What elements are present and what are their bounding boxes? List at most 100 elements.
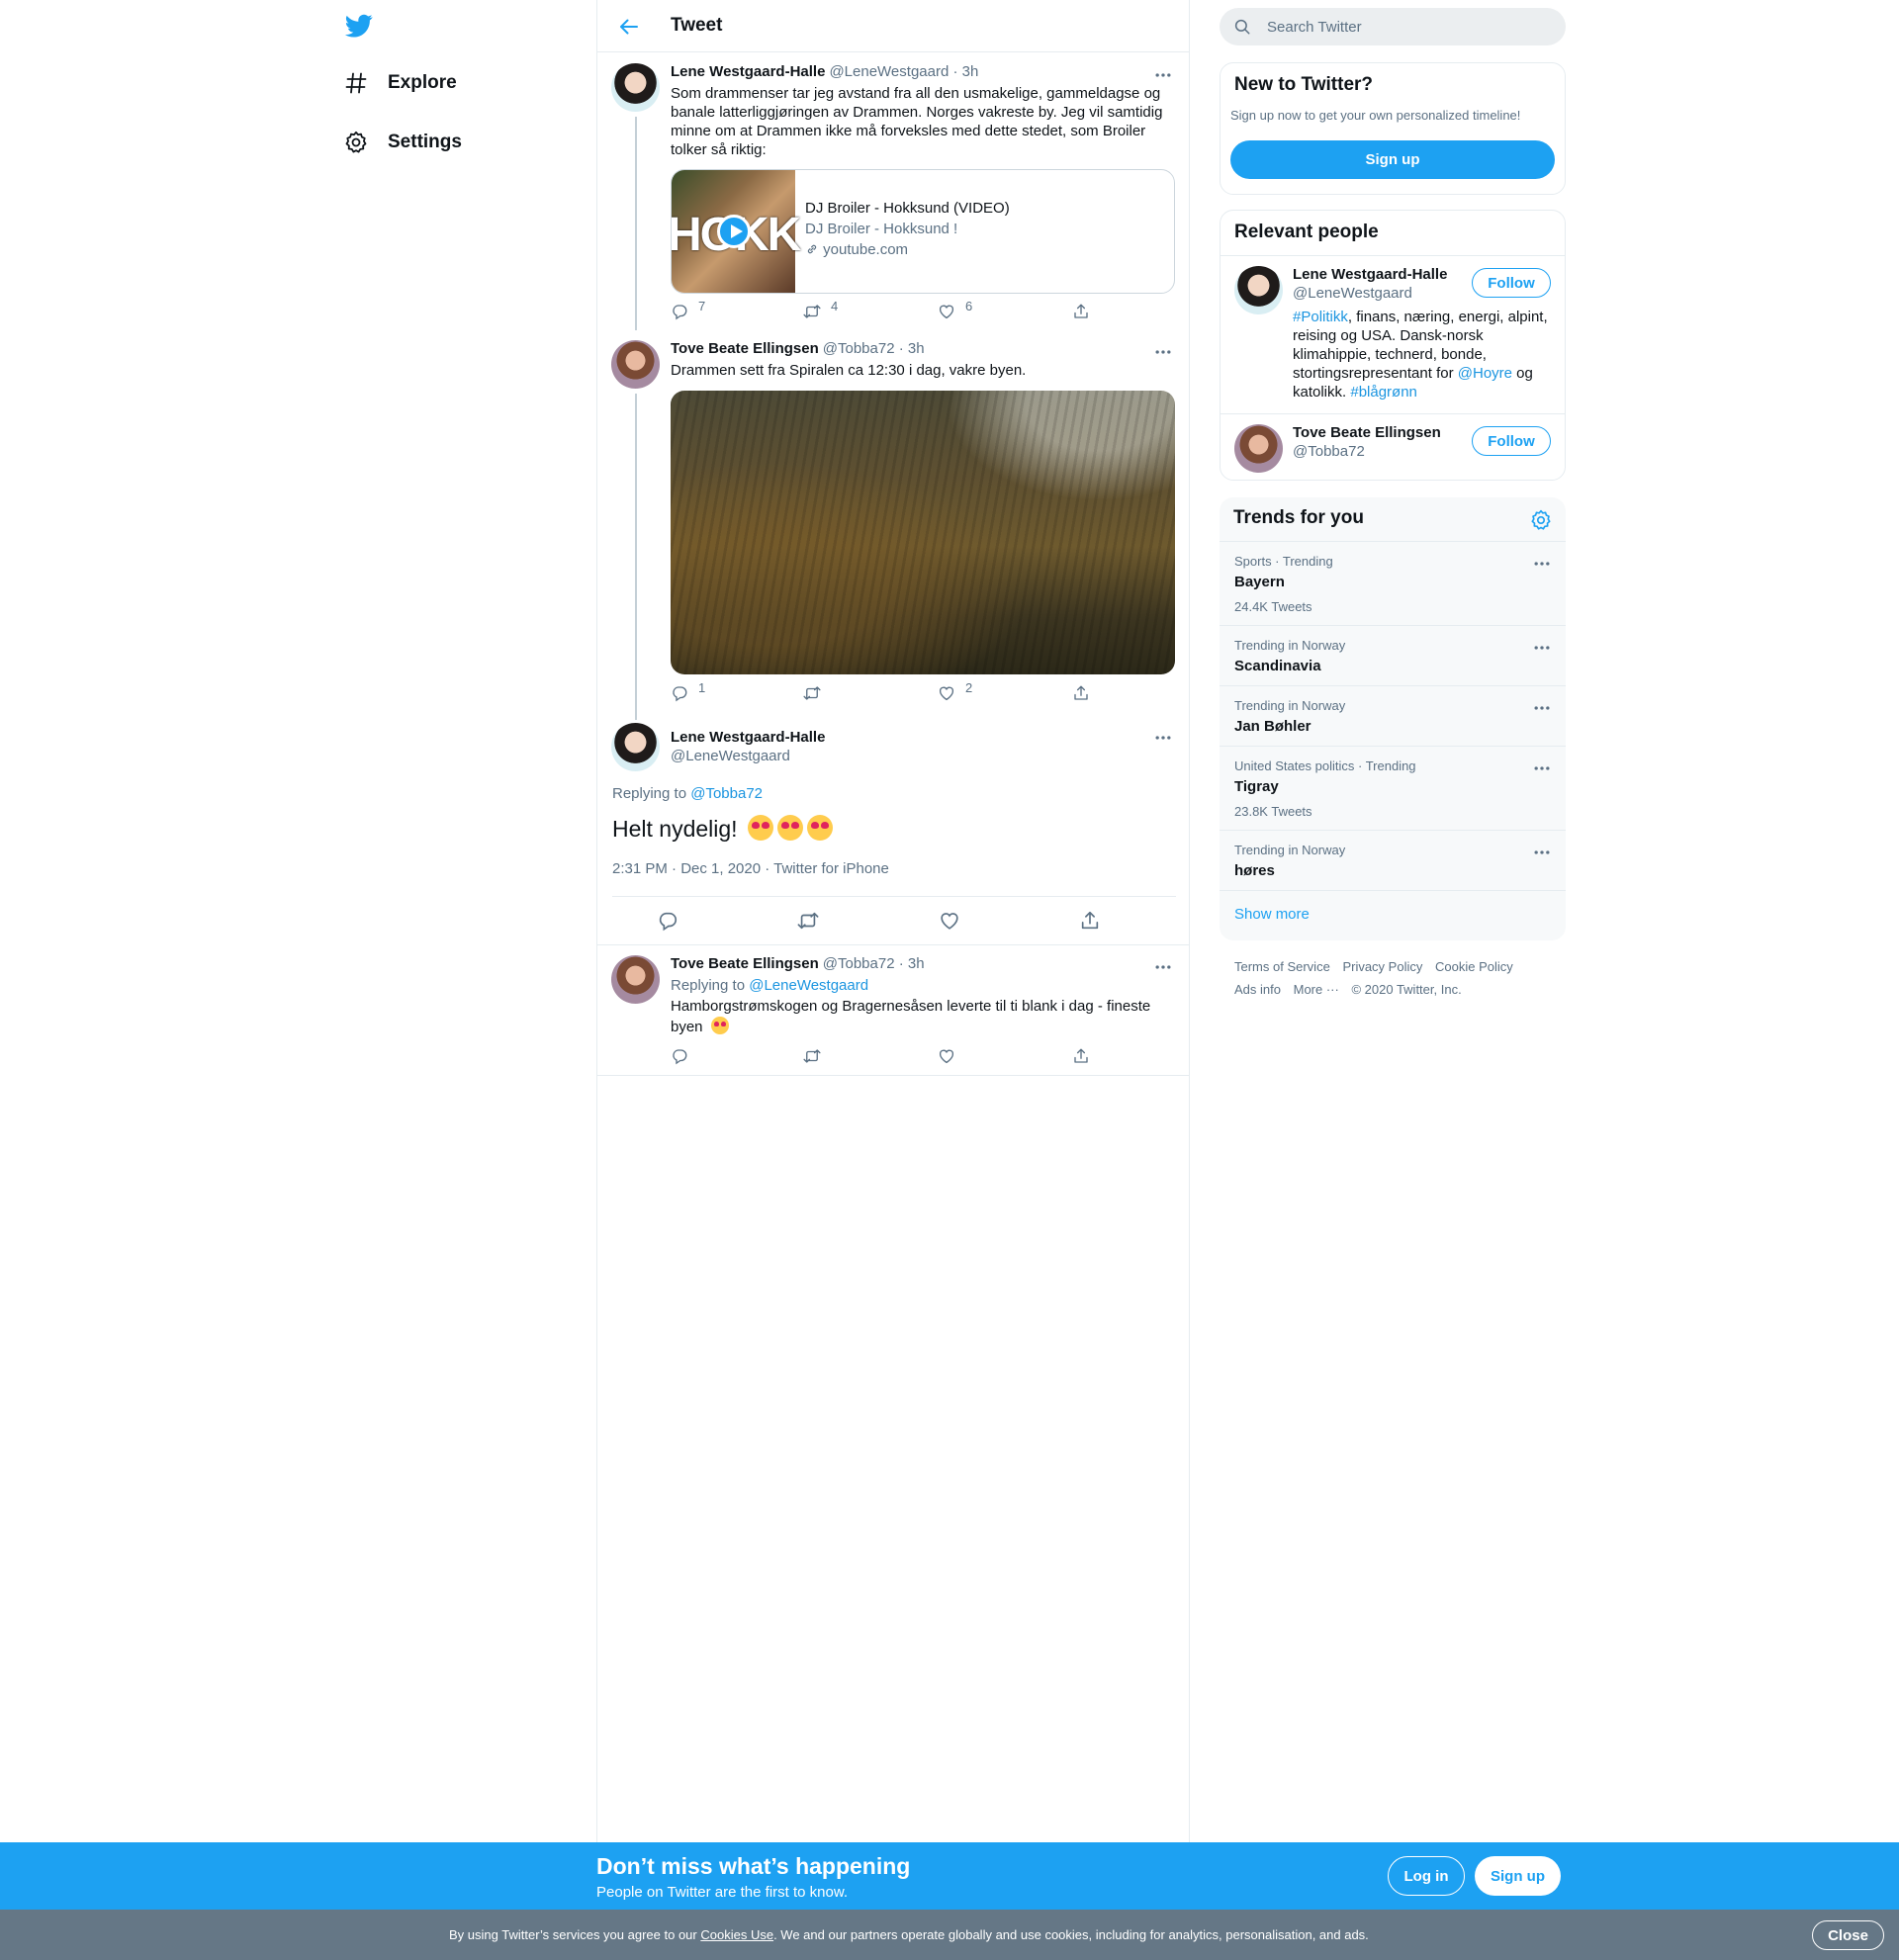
- sign-up-button[interactable]: Sign up: [1230, 140, 1555, 179]
- retweet-button[interactable]: [797, 910, 829, 932]
- reply-button[interactable]: 1: [671, 680, 705, 702]
- back-arrow-icon[interactable]: [617, 15, 641, 39]
- replying-to-link[interactable]: @Tobba72: [690, 785, 763, 802]
- person-handle[interactable]: @LeneWestgaard: [1293, 285, 1412, 302]
- play-icon[interactable]: [717, 215, 751, 248]
- reply-button[interactable]: [671, 1047, 698, 1065]
- trend-context: Trending in Norway: [1234, 843, 1346, 857]
- follow-button[interactable]: Follow: [1472, 426, 1551, 456]
- like-button[interactable]: [939, 910, 970, 932]
- heart-icon: [939, 305, 954, 319]
- retweet-icon: [803, 686, 821, 700]
- show-more-link[interactable]: Show more: [1234, 906, 1310, 923]
- trend-item[interactable]: Trending in Norway Jan Bøhler: [1220, 685, 1566, 746]
- person-item[interactable]: Tove Beate Ellingsen @Tobba72 Follow: [1221, 413, 1565, 481]
- share-icon: [1074, 1048, 1088, 1063]
- share-button[interactable]: [1072, 303, 1100, 320]
- retweet-button[interactable]: [803, 1047, 831, 1065]
- author-handle[interactable]: @LeneWestgaard: [671, 747, 825, 765]
- tweet-time[interactable]: · 3h: [899, 955, 925, 972]
- card-body[interactable]: DJ Broiler - Hokksund (VIDEO) DJ Broiler…: [795, 170, 1020, 293]
- gear-icon[interactable]: [1530, 509, 1552, 531]
- author-handle[interactable]: @LeneWestgaard: [829, 63, 949, 80]
- more-icon[interactable]: [1153, 728, 1173, 748]
- twitter-bird-icon[interactable]: [344, 12, 374, 40]
- tweet-2[interactable]: Tove Beate Ellingsen @Tobba72 · 3h Dramme…: [597, 330, 1189, 720]
- more-icon[interactable]: [1153, 342, 1173, 362]
- author-name[interactable]: Tove Beate Ellingsen: [671, 340, 819, 357]
- avatar[interactable]: [611, 723, 660, 771]
- reply-button[interactable]: [657, 910, 688, 932]
- cookies-use-link[interactable]: Cookies Use: [700, 1927, 773, 1942]
- author-name[interactable]: Lene Westgaard-Halle: [671, 63, 825, 80]
- avatar[interactable]: [1234, 424, 1283, 473]
- share-button[interactable]: [1079, 910, 1111, 932]
- person-handle[interactable]: @Tobba72: [1293, 443, 1365, 460]
- trend-item[interactable]: Trending in Norway høres: [1220, 830, 1566, 890]
- main-tweet-author: Lene Westgaard-Halle @LeneWestgaard: [671, 728, 825, 765]
- bio-hashtag[interactable]: #Politikk: [1293, 309, 1348, 325]
- tweet-time[interactable]: · 3h: [899, 340, 925, 357]
- log-in-button[interactable]: Log in: [1388, 1856, 1465, 1896]
- tweet-photo[interactable]: [671, 391, 1175, 674]
- author-handle[interactable]: @Tobba72: [823, 340, 895, 357]
- share-button[interactable]: [1072, 1047, 1100, 1065]
- tweet-header: Tove Beate Ellingsen @Tobba72 · 3h: [671, 955, 925, 972]
- avatar[interactable]: [611, 340, 660, 389]
- author-name[interactable]: Tove Beate Ellingsen: [671, 955, 819, 972]
- footer-link-cookies[interactable]: Cookie Policy: [1435, 959, 1513, 974]
- more-icon[interactable]: [1532, 698, 1552, 718]
- more-icon[interactable]: [1532, 638, 1552, 658]
- more-icon[interactable]: [1532, 554, 1552, 574]
- person-name[interactable]: Tove Beate Ellingsen: [1293, 424, 1441, 441]
- follow-button[interactable]: Follow: [1472, 268, 1551, 298]
- footer-link-more[interactable]: More ···: [1294, 982, 1339, 997]
- nav-explore[interactable]: Explore: [344, 63, 457, 103]
- nav-settings[interactable]: Settings: [344, 123, 462, 162]
- avatar[interactable]: [611, 955, 660, 1004]
- card-thumbnail[interactable]: HOKK: [672, 170, 801, 293]
- more-icon[interactable]: [1153, 957, 1173, 977]
- trend-item[interactable]: Sports · Trending Bayern 24.4K Tweets: [1220, 541, 1566, 625]
- author-handle[interactable]: @Tobba72: [823, 955, 895, 972]
- more-icon[interactable]: [1532, 758, 1552, 778]
- footer-links: Terms of Service Privacy Policy Cookie P…: [1234, 955, 1561, 1001]
- link-card[interactable]: HOKK DJ Broiler - Hokksund (VIDEO) DJ Br…: [671, 169, 1175, 294]
- footer-link-terms[interactable]: Terms of Service: [1234, 959, 1330, 974]
- bio-hashtag[interactable]: #blågrønn: [1350, 384, 1417, 401]
- reply-icon: [673, 305, 687, 320]
- footer-link-privacy[interactable]: Privacy Policy: [1342, 959, 1422, 974]
- avatar[interactable]: [1234, 266, 1283, 314]
- author-name[interactable]: Lene Westgaard-Halle: [671, 728, 825, 747]
- replying-to-link[interactable]: @LeneWestgaard: [749, 977, 868, 994]
- avatar[interactable]: [611, 63, 660, 112]
- star-struck-emoji-icon: [710, 1017, 729, 1034]
- tweet-meta[interactable]: 2:31 PM · Dec 1, 2020 · Twitter for iPho…: [612, 860, 889, 877]
- bio-mention[interactable]: @Hoyre: [1458, 365, 1512, 382]
- reply-tweet[interactable]: Tove Beate Ellingsen @Tobba72 · 3h Replyi…: [597, 945, 1189, 1076]
- search-bar[interactable]: [1220, 8, 1566, 45]
- trend-item[interactable]: United States politics · Trending Tigray…: [1220, 746, 1566, 830]
- share-button[interactable]: [1072, 684, 1100, 702]
- tweet-time[interactable]: · 3h: [952, 63, 978, 80]
- reply-button[interactable]: 7: [671, 299, 705, 320]
- reply-icon: [673, 1049, 687, 1065]
- like-button[interactable]: [938, 1047, 965, 1065]
- tweet-1[interactable]: Lene Westgaard-Halle @LeneWestgaard · 3h …: [597, 53, 1189, 330]
- relevant-people-panel: Relevant people Lene Westgaard-Halle @Le…: [1220, 210, 1566, 481]
- retweet-button[interactable]: [803, 684, 831, 702]
- card-title: DJ Broiler - Hokksund (VIDEO): [805, 200, 1010, 217]
- trend-item[interactable]: Trending in Norway Scandinavia: [1220, 625, 1566, 685]
- like-button[interactable]: 6: [938, 299, 972, 320]
- close-button[interactable]: Close: [1812, 1920, 1884, 1950]
- retweet-button[interactable]: 4: [803, 299, 838, 320]
- sign-up-button[interactable]: Sign up: [1475, 1856, 1561, 1896]
- like-button[interactable]: 2: [938, 680, 972, 702]
- trend-count: 23.8K Tweets: [1234, 804, 1312, 819]
- more-icon[interactable]: [1532, 843, 1552, 862]
- person-item[interactable]: Lene Westgaard-Halle @LeneWestgaard Foll…: [1221, 255, 1565, 413]
- person-name[interactable]: Lene Westgaard-Halle: [1293, 266, 1447, 283]
- search-input[interactable]: [1267, 18, 1544, 36]
- footer-link-ads-info[interactable]: Ads info: [1234, 982, 1281, 997]
- more-icon[interactable]: [1153, 65, 1173, 85]
